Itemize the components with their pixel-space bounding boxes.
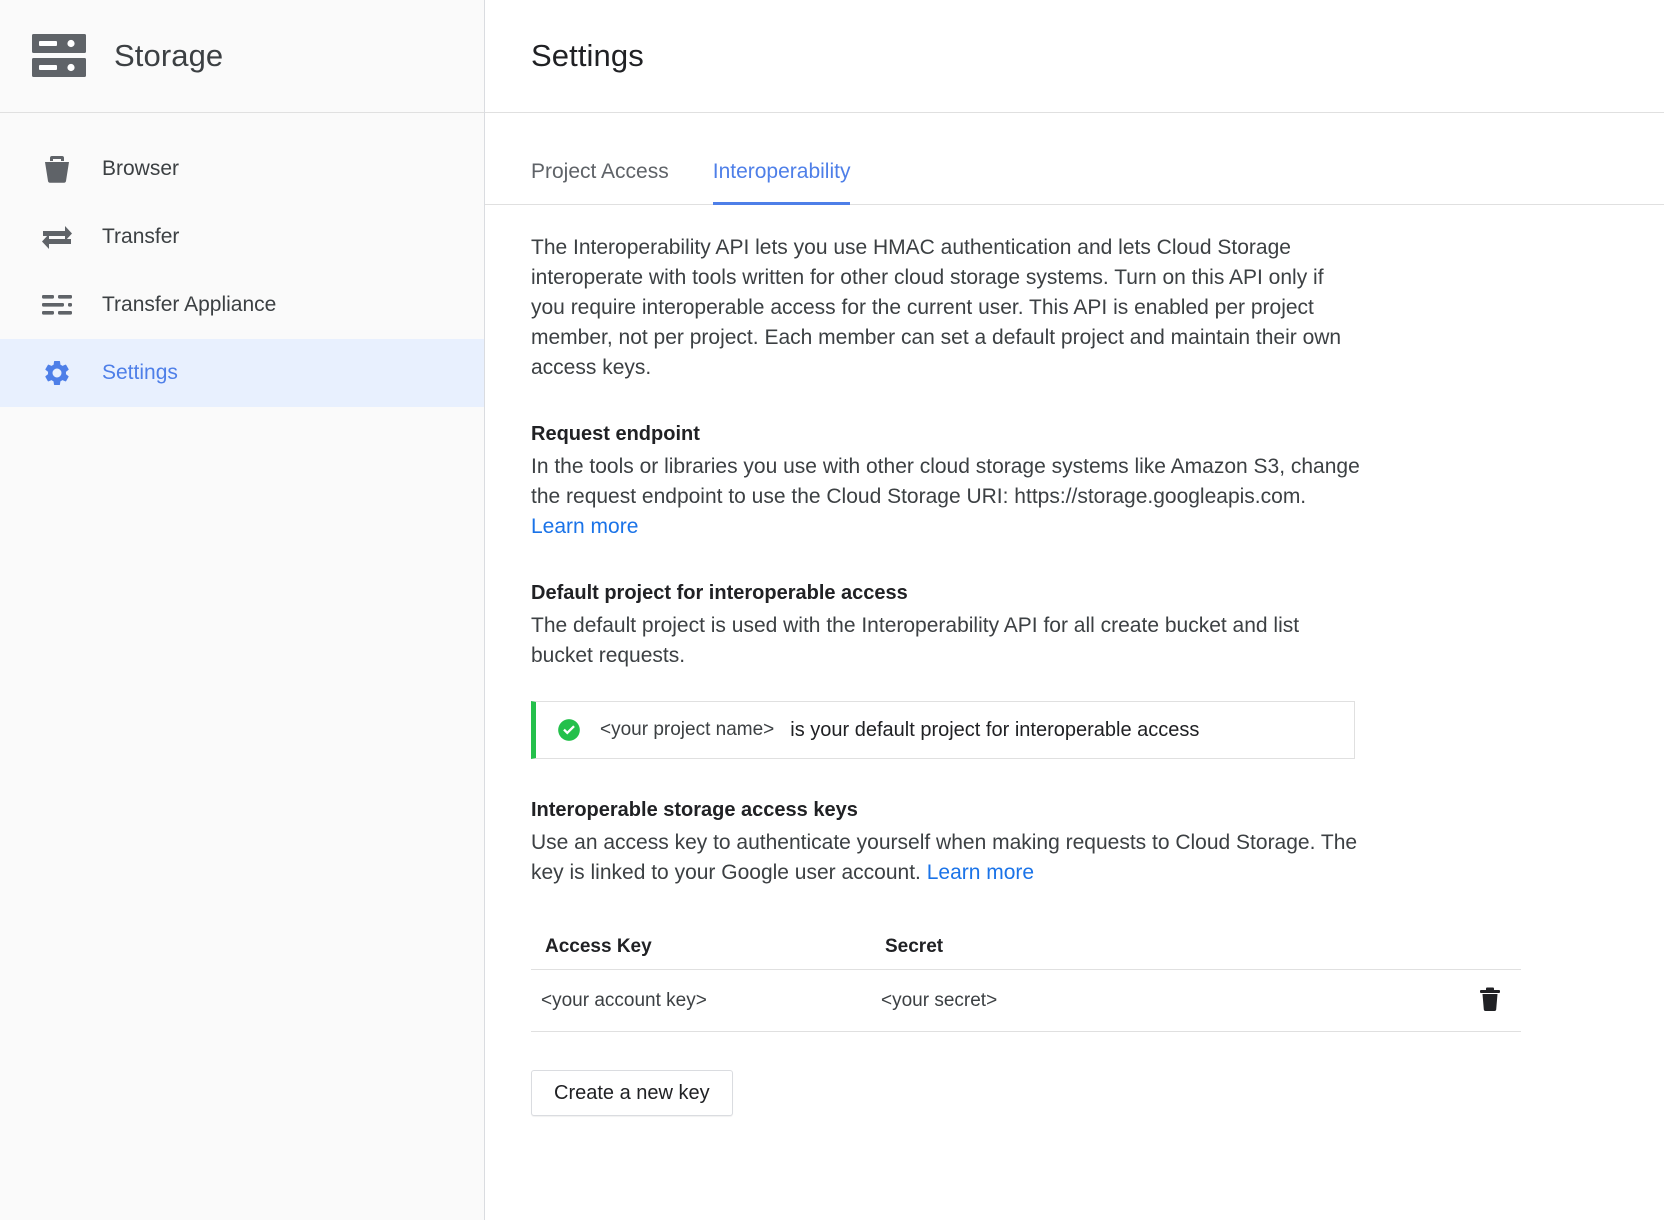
create-new-key-button[interactable]: Create a new key: [531, 1070, 733, 1116]
check-circle-icon: [556, 717, 582, 743]
delete-key-button[interactable]: [1473, 984, 1507, 1018]
cell-secret: <your secret>: [881, 990, 1351, 1012]
column-header-secret: Secret: [885, 936, 1355, 958]
access-keys-heading: Interoperable storage access keys: [531, 799, 1664, 822]
app-root: Storage Browser Tr: [0, 0, 1664, 1220]
sidebar-nav: Browser Transfer: [0, 113, 484, 407]
sidebar-item-label: Transfer Appliance: [102, 293, 276, 317]
main-panel: Settings Project Access Interoperability…: [485, 0, 1664, 1220]
tab-bar: Project Access Interoperability: [485, 113, 1664, 205]
banner-message: is your default project for interoperabl…: [790, 719, 1199, 742]
storage-icon: [28, 25, 90, 87]
product-header: Storage: [0, 0, 484, 113]
sidebar: Storage Browser Tr: [0, 0, 485, 1220]
access-keys-body: Use an access key to authenticate yourse…: [531, 828, 1361, 888]
sidebar-item-label: Settings: [102, 361, 178, 385]
request-endpoint-learn-more-link[interactable]: Learn more: [531, 515, 638, 538]
sidebar-item-browser[interactable]: Browser: [0, 135, 484, 203]
access-keys-learn-more-link[interactable]: Learn more: [927, 861, 1034, 884]
banner-project-name: <your project name>: [600, 719, 774, 741]
request-endpoint-body: In the tools or libraries you use with o…: [531, 452, 1361, 542]
trash-icon: [1478, 986, 1502, 1015]
sidebar-item-settings[interactable]: Settings: [0, 339, 484, 407]
transfer-arrows-icon: [40, 220, 74, 254]
sidebar-item-label: Browser: [102, 157, 179, 181]
cell-actions: [1351, 984, 1521, 1018]
product-title: Storage: [114, 38, 223, 74]
page-header: Settings: [485, 0, 1664, 113]
cell-access-key: <your account key>: [541, 990, 881, 1012]
bucket-icon: [40, 152, 74, 186]
request-endpoint-heading: Request endpoint: [531, 423, 1664, 446]
default-project-heading: Default project for interoperable access: [531, 582, 1664, 605]
appliance-list-icon: [40, 288, 74, 322]
page-title: Settings: [531, 38, 644, 74]
sidebar-item-label: Transfer: [102, 225, 179, 249]
gear-icon: [40, 356, 74, 390]
default-project-body: The default project is used with the Int…: [531, 611, 1361, 671]
table-row: <your account key> <your secret>: [531, 970, 1521, 1032]
column-header-access-key: Access Key: [545, 936, 885, 958]
default-project-banner: <your project name> is your default proj…: [531, 701, 1355, 759]
sidebar-item-transfer[interactable]: Transfer: [0, 203, 484, 271]
table-header-row: Access Key Secret: [531, 924, 1521, 970]
intro-paragraph: The Interoperability API lets you use HM…: [531, 233, 1361, 383]
content-area: The Interoperability API lets you use HM…: [485, 205, 1664, 1220]
sidebar-item-transfer-appliance[interactable]: Transfer Appliance: [0, 271, 484, 339]
tab-interoperability[interactable]: Interoperability: [713, 160, 851, 205]
tab-project-access[interactable]: Project Access: [531, 160, 669, 205]
access-keys-table: Access Key Secret <your account key> <yo…: [531, 924, 1521, 1032]
request-endpoint-text: In the tools or libraries you use with o…: [531, 455, 1360, 508]
